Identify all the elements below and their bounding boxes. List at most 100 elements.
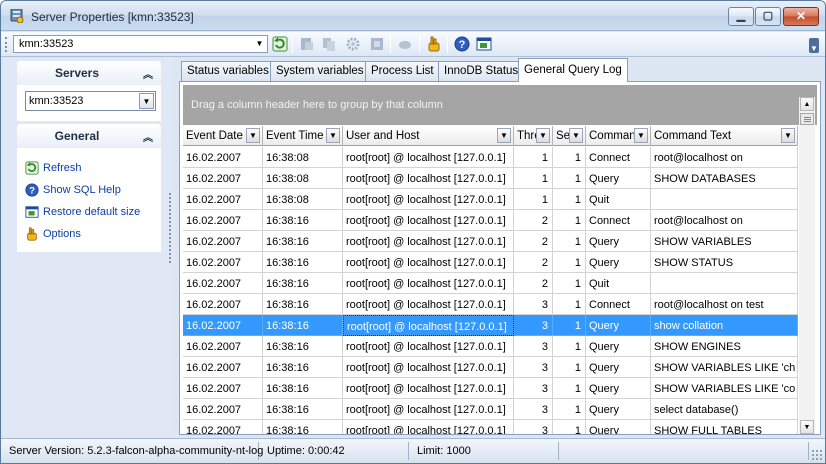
cell-event-date[interactable]: 16.02.2007	[183, 252, 263, 273]
cell-user-and-host[interactable]: root[root] @ localhost [127.0.0.1]	[343, 294, 514, 315]
cell-command-text[interactable]: root@localhost on	[651, 147, 798, 168]
cell-session[interactable]: 1	[553, 168, 586, 189]
toolbar-overflow-button[interactable]: ▼	[809, 38, 819, 53]
cell-session[interactable]: 1	[553, 294, 586, 315]
cell-thread[interactable]: 3	[514, 294, 553, 315]
server-icon[interactable]	[299, 36, 315, 52]
cell-thread[interactable]: 3	[514, 420, 553, 434]
cell-session[interactable]: 1	[553, 273, 586, 294]
table-row[interactable]: 16.02.2007 16:38:16 root[root] @ localhost…	[183, 210, 798, 231]
cell-command[interactable]: Query	[586, 420, 651, 434]
cell-event-date[interactable]: 16.02.2007	[183, 147, 263, 168]
chevron-down-icon[interactable]: ▼	[139, 93, 154, 109]
cell-event-time[interactable]: 16:38:08	[263, 147, 343, 168]
copy-icon[interactable]	[321, 36, 337, 52]
cell-thread[interactable]: 2	[514, 252, 553, 273]
cell-user-and-host[interactable]: root[root] @ localhost [127.0.0.1]	[343, 273, 514, 294]
title-bar[interactable]: Server Properties [kmn:33523] ▁ ▢ ✕	[1, 1, 825, 31]
cell-command[interactable]: Connect	[586, 294, 651, 315]
cell-session[interactable]: 1	[553, 189, 586, 210]
cell-event-date[interactable]: 16.02.2007	[183, 357, 263, 378]
cell-session[interactable]: 1	[553, 252, 586, 273]
cell-command-text[interactable]	[651, 189, 798, 210]
cell-session[interactable]: 1	[553, 357, 586, 378]
cell-user-and-host[interactable]: root[root] @ localhost [127.0.0.1]	[343, 357, 514, 378]
cell-user-and-host[interactable]: root[root] @ localhost [127.0.0.1]	[343, 315, 514, 336]
column-header-session[interactable]: Se ▼	[553, 126, 586, 146]
tab-innodb-status[interactable]: InnoDB Status	[438, 61, 525, 81]
cell-command[interactable]: Query	[586, 315, 651, 336]
sidebar-server-select[interactable]: kmn:33523 ▼	[25, 91, 156, 111]
tab-process-list[interactable]: Process List	[365, 61, 440, 81]
cell-command[interactable]: Connect	[586, 210, 651, 231]
cell-thread[interactable]: 2	[514, 210, 553, 231]
table-row[interactable]: 16.02.2007 16:38:16 root[root] @ localhost…	[183, 231, 798, 252]
cell-command-text[interactable]: SHOW FULL TABLES	[651, 420, 798, 434]
cell-event-time[interactable]: 16:38:08	[263, 168, 343, 189]
cell-event-date[interactable]: 16.02.2007	[183, 336, 263, 357]
cell-command-text[interactable]: SHOW VARIABLES LIKE 'ch	[651, 357, 798, 378]
cell-session[interactable]: 1	[553, 336, 586, 357]
cell-session[interactable]: 1	[553, 420, 586, 434]
table-row[interactable]: 16.02.2007 16:38:16 root[root] @ localhost…	[183, 357, 798, 378]
cell-event-time[interactable]: 16:38:16	[263, 231, 343, 252]
cell-command-text[interactable]: select database()	[651, 399, 798, 420]
cell-command-text[interactable]: SHOW DATABASES	[651, 168, 798, 189]
toolbar-grip[interactable]	[5, 37, 8, 52]
cell-event-time[interactable]: 16:38:16	[263, 315, 343, 336]
cell-thread[interactable]: 1	[514, 168, 553, 189]
column-filter-dropdown-icon[interactable]: ▼	[536, 128, 550, 143]
table-row[interactable]: 16.02.2007 16:38:16 root[root] @ localhost…	[183, 336, 798, 357]
cell-command[interactable]: Connect	[586, 147, 651, 168]
cell-user-and-host[interactable]: root[root] @ localhost [127.0.0.1]	[343, 231, 514, 252]
maximize-button[interactable]: ▢	[755, 7, 781, 26]
cell-user-and-host[interactable]: root[root] @ localhost [127.0.0.1]	[343, 168, 514, 189]
group-by-area[interactable]: Drag a column header here to group by th…	[183, 85, 798, 125]
cell-command-text[interactable]	[651, 273, 798, 294]
cell-user-and-host[interactable]: root[root] @ localhost [127.0.0.1]	[343, 378, 514, 399]
cell-event-time[interactable]: 16:38:16	[263, 420, 343, 434]
cell-user-and-host[interactable]: root[root] @ localhost [127.0.0.1]	[343, 189, 514, 210]
cell-command-text[interactable]: root@localhost on test	[651, 294, 798, 315]
cell-user-and-host[interactable]: root[root] @ localhost [127.0.0.1]	[343, 336, 514, 357]
table-row[interactable]: 16.02.2007 16:38:08 root[root] @ localhost…	[183, 189, 798, 210]
column-filter-dropdown-icon[interactable]: ▼	[246, 128, 260, 143]
table-row[interactable]: 16.02.2007 16:38:08 root[root] @ localhost…	[183, 168, 798, 189]
cell-event-time[interactable]: 16:38:16	[263, 210, 343, 231]
cell-session[interactable]: 1	[553, 378, 586, 399]
column-filter-dropdown-icon[interactable]: ▼	[781, 128, 795, 143]
collapse-icon[interactable]: ︽	[143, 129, 153, 144]
register-icon[interactable]	[369, 36, 385, 52]
help-icon[interactable]: ?	[454, 36, 470, 52]
cell-event-date[interactable]: 16.02.2007	[183, 210, 263, 231]
table-row[interactable]: 16.02.2007 16:38:16 root[root] @ localhost…	[183, 273, 798, 294]
column-header-thread[interactable]: Thre ▼	[514, 126, 553, 146]
column-header-user-and-host[interactable]: User and Host ▼	[343, 126, 514, 146]
tab-general-query-log[interactable]: General Query Log	[518, 58, 628, 82]
cell-session[interactable]: 1	[553, 210, 586, 231]
unregister-icon[interactable]	[397, 36, 413, 52]
cell-thread[interactable]: 3	[514, 399, 553, 420]
table-row[interactable]: 16.02.2007 16:38:16 root[root] @ localhost…	[183, 252, 798, 273]
cell-event-time[interactable]: 16:38:16	[263, 336, 343, 357]
cell-thread[interactable]: 3	[514, 315, 553, 336]
restore-size-icon[interactable]	[476, 36, 492, 52]
cell-event-date[interactable]: 16.02.2007	[183, 315, 263, 336]
column-header-command-text[interactable]: Command Text ▼	[651, 126, 798, 146]
cell-thread[interactable]: 3	[514, 378, 553, 399]
cell-event-date[interactable]: 16.02.2007	[183, 189, 263, 210]
tab-status-variables[interactable]: Status variables	[181, 61, 275, 81]
cell-command-text[interactable]: show collation	[651, 315, 798, 336]
cell-user-and-host[interactable]: root[root] @ localhost [127.0.0.1]	[343, 420, 514, 434]
table-row[interactable]: 16.02.2007 16:38:08 root[root] @ localhost…	[183, 147, 798, 168]
cell-thread[interactable]: 3	[514, 357, 553, 378]
cell-command[interactable]: Quit	[586, 189, 651, 210]
minimize-button[interactable]: ▁	[728, 7, 754, 26]
table-row[interactable]: 16.02.2007 16:38:16 root[root] @ localhost…	[183, 378, 798, 399]
cell-event-date[interactable]: 16.02.2007	[183, 399, 263, 420]
cell-session[interactable]: 1	[553, 315, 586, 336]
cell-command[interactable]: Query	[586, 378, 651, 399]
scroll-up-icon[interactable]: ▲	[800, 97, 814, 111]
cell-event-time[interactable]: 16:38:16	[263, 252, 343, 273]
close-button[interactable]: ✕	[783, 7, 819, 26]
